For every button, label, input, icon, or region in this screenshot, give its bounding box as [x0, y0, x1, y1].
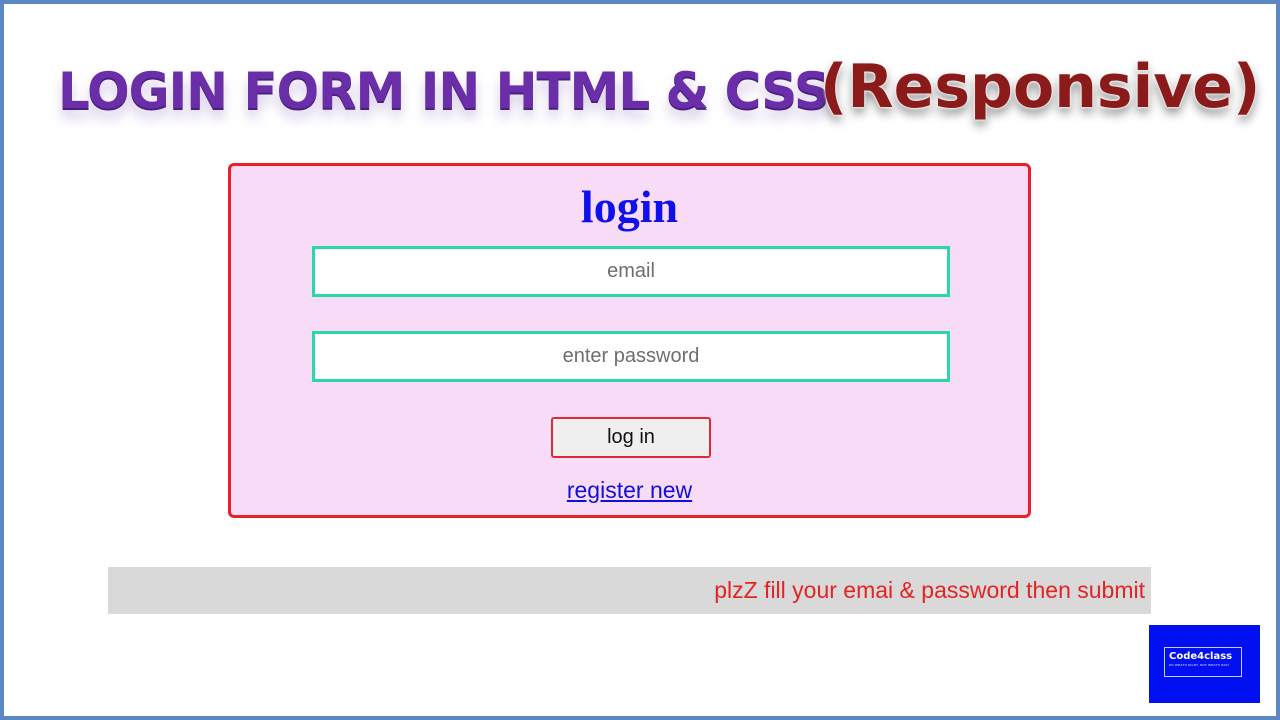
status-message: plzZ fill your emai & password then subm… — [714, 577, 1145, 603]
register-link[interactable]: register new — [231, 479, 1028, 502]
brand-tagline: DO WHAT'S RIGHT, NOT WHAT'S EASY — [1169, 663, 1230, 667]
login-button[interactable]: log in — [551, 417, 711, 458]
status-message-bar: plzZ fill your emai & password then subm… — [108, 567, 1151, 614]
password-field[interactable] — [312, 331, 950, 382]
headline: LOGIN FORM IN HTML & CSS (Responsive) — [58, 52, 1260, 142]
brand-badge: Code4class DO WHAT'S RIGHT, NOT WHAT'S E… — [1164, 647, 1242, 677]
brand-logo: Code4class DO WHAT'S RIGHT, NOT WHAT'S E… — [1149, 625, 1260, 703]
headline-accent: (Responsive) — [820, 52, 1261, 122]
form-title: login — [580, 181, 679, 232]
headline-title: LOGIN FORM IN HTML & CSS — [58, 62, 830, 120]
login-form: login log in register new — [228, 163, 1031, 518]
brand-name: Code4class — [1169, 651, 1233, 662]
email-field[interactable] — [312, 246, 950, 297]
